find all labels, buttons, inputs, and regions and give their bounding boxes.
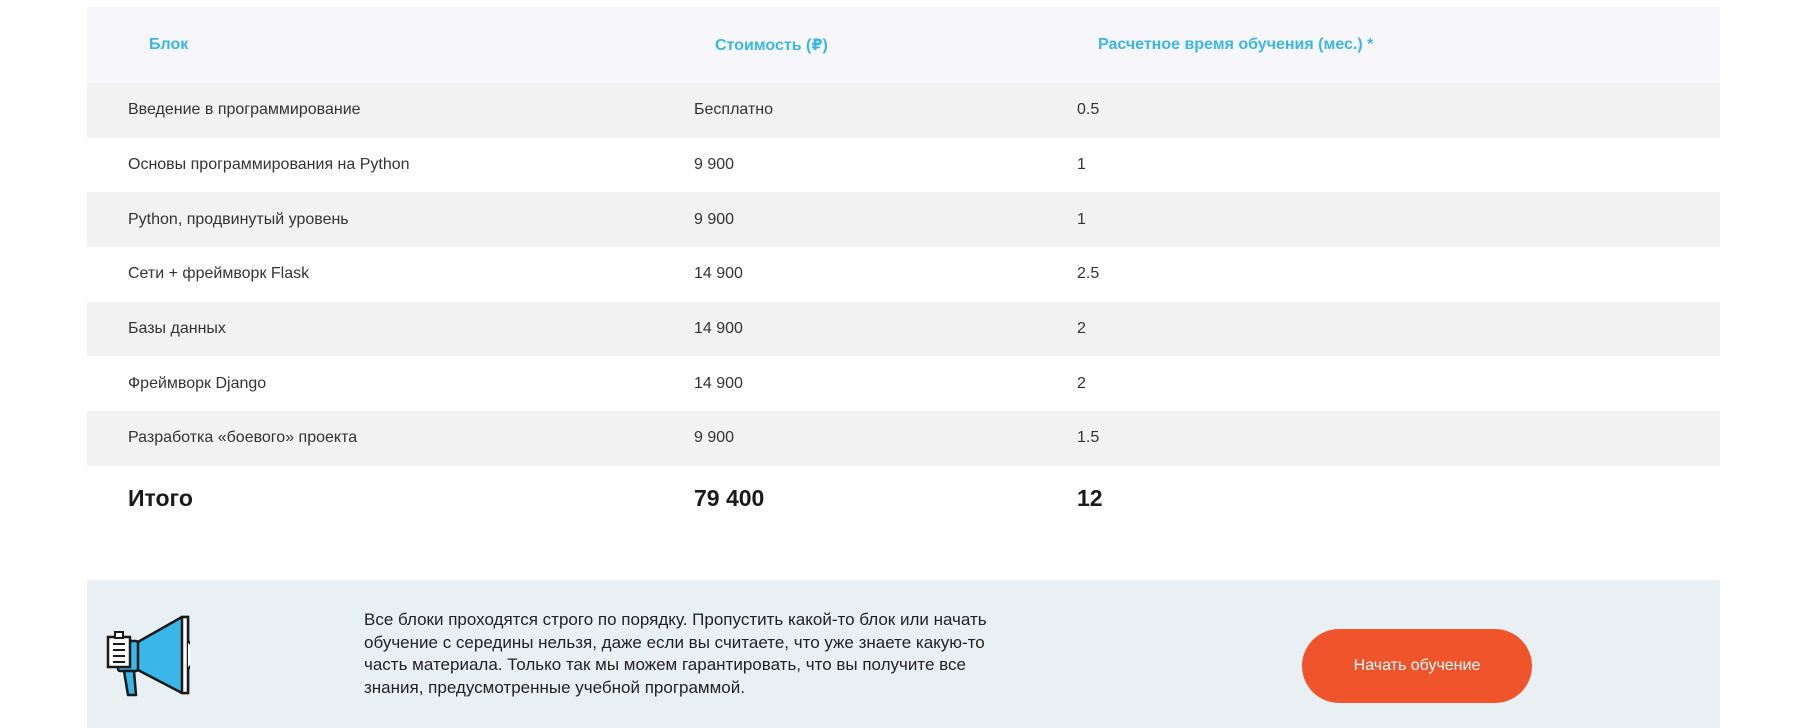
cell-block: Python, продвинутый уровень	[128, 210, 349, 228]
table-row: Сети + фреймворк Flask 14 900 2.5	[87, 247, 1720, 302]
cell-block: Разработка «боевого» проекта	[128, 429, 358, 447]
table-row: Фреймворк Django 14 900 2	[87, 356, 1720, 412]
total-label: Итого	[128, 485, 193, 512]
cell-block: Базы данных	[128, 320, 226, 338]
total-cost: 79 400	[694, 485, 765, 512]
cell-duration: 1	[1077, 210, 1086, 228]
cell-cost: 9 900	[694, 210, 735, 228]
cell-duration: 2	[1077, 320, 1086, 338]
cell-cost: 14 900	[694, 374, 743, 392]
total-row: Итого 79 400 12	[87, 465, 1720, 532]
notice-banner: Все блоки проходятся строго по порядку. …	[87, 580, 1720, 728]
cell-duration: 2	[1077, 374, 1086, 392]
cell-duration: 0.5	[1077, 101, 1100, 119]
cell-cost: 14 900	[694, 265, 743, 283]
table-header-row: Блок Стоимость (₽) Расчетное время обуче…	[87, 7, 1720, 83]
table-row: Python, продвинутый уровень 9 900 1	[87, 192, 1720, 248]
cell-block: Введение в программирование	[128, 101, 361, 119]
cell-cost: Бесплатно	[694, 101, 774, 119]
start-learning-button[interactable]: Начать обучение	[1302, 629, 1532, 703]
pricing-table: Блок Стоимость (₽) Расчетное время обуче…	[87, 7, 1720, 532]
table-row: Основы программирования на Python 9 900 …	[87, 137, 1720, 193]
notice-text: Все блоки проходятся строго по порядку. …	[364, 610, 987, 697]
cell-block: Сети + фреймворк Flask	[128, 265, 310, 283]
cell-cost: 14 900	[694, 320, 743, 338]
cell-cost: 9 900	[694, 429, 735, 447]
column-header-cost: Стоимость (₽)	[715, 37, 828, 54]
pricing-table-container: Блок Стоимость (₽) Расчетное время обуче…	[87, 7, 1720, 532]
cell-cost: 9 900	[694, 156, 735, 174]
table-row: Разработка «боевого» проекта 9 900 1.5	[87, 411, 1720, 466]
total-duration: 12	[1077, 485, 1103, 512]
table-row: Введение в программирование Бесплатно 0.…	[87, 83, 1720, 138]
column-header-duration: Расчетное время обучения (мес.) *	[1098, 36, 1374, 53]
cell-block: Фреймворк Django	[128, 374, 267, 392]
cell-duration: 2.5	[1077, 265, 1100, 283]
cell-block: Основы программирования на Python	[128, 156, 410, 174]
column-header-block: Блок	[149, 36, 189, 53]
cell-duration: 1	[1077, 156, 1086, 174]
table-row: Базы данных 14 900 2	[87, 301, 1720, 357]
cell-duration: 1.5	[1077, 429, 1100, 447]
megaphone-icon	[106, 613, 197, 697]
